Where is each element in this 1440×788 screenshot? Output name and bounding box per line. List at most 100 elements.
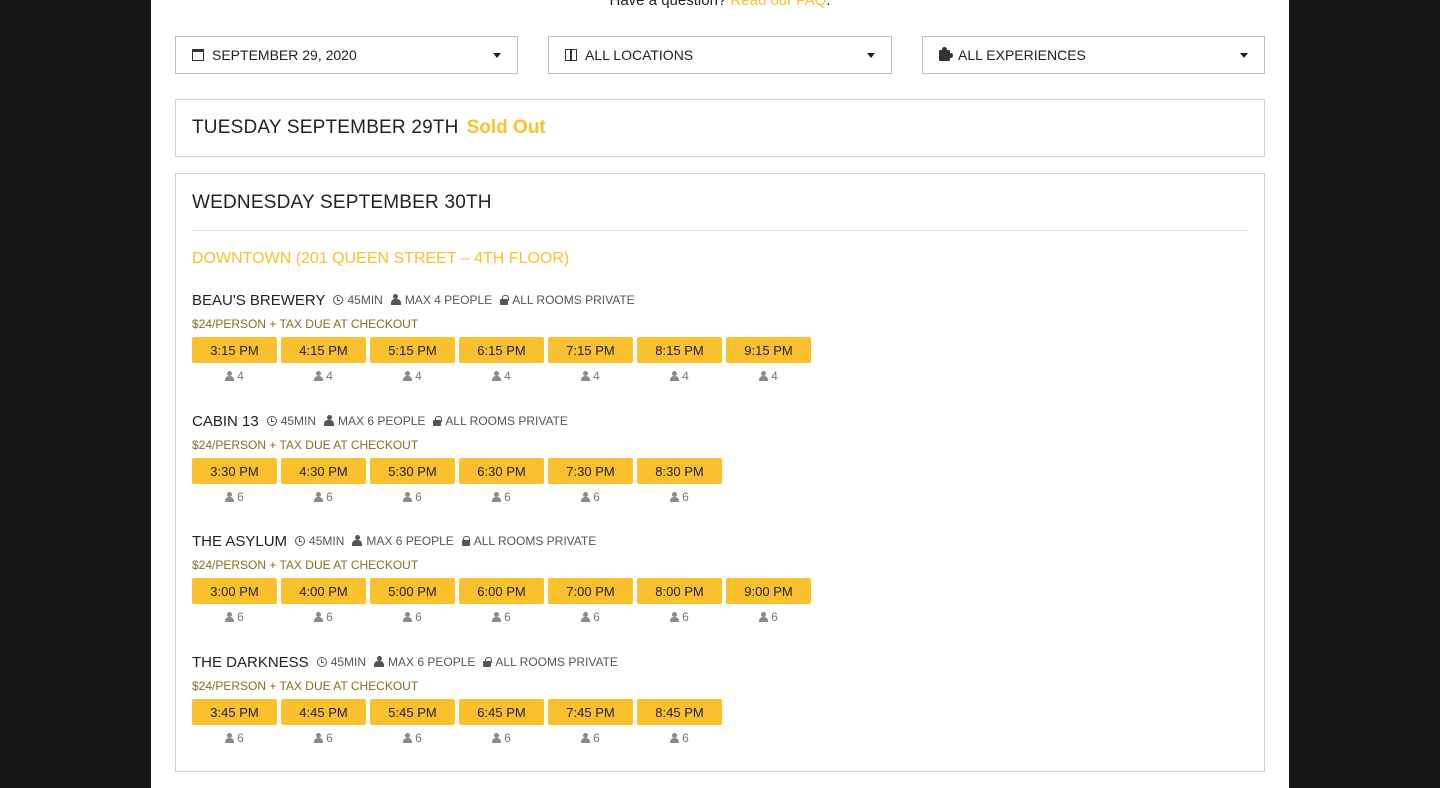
- user-icon: [352, 535, 363, 546]
- user-icon: [492, 492, 502, 502]
- slot-capacity: 6: [759, 610, 778, 624]
- max-people-text: Max 6 people: [388, 654, 476, 669]
- time-slot-list: 3:30 PM 6 4:30 PM 6 5:30 PM 6 6:30 PM 6 7:30 PM 6…: [192, 458, 992, 504]
- time-slot-button[interactable]: 6:45 PM: [459, 699, 544, 725]
- capacity-count: 4: [682, 369, 689, 383]
- time-slot-button[interactable]: 5:15 PM: [370, 337, 455, 363]
- capacity-count: 4: [326, 369, 333, 383]
- capacity-count: 6: [326, 731, 333, 745]
- time-slot: 6:30 PM 6: [459, 458, 544, 504]
- capacity-count: 4: [504, 369, 511, 383]
- time-slot-button[interactable]: 5:30 PM: [370, 458, 455, 484]
- time-slot: 8:00 PM 6: [637, 578, 722, 624]
- room-name: Cabin 13: [192, 413, 259, 430]
- location-filter-dropdown[interactable]: All Locations: [548, 36, 892, 74]
- capacity-count: 6: [504, 731, 511, 745]
- clock-icon: [316, 657, 327, 667]
- user-icon: [225, 492, 235, 502]
- time-slot-button[interactable]: 3:15 PM: [192, 337, 277, 363]
- user-icon: [314, 733, 324, 743]
- user-icon: [390, 294, 401, 305]
- duration-text: 45min: [280, 414, 317, 428]
- capacity-count: 6: [504, 610, 511, 624]
- slot-capacity: 6: [670, 610, 689, 624]
- time-slot-button[interactable]: 8:00 PM: [637, 578, 722, 604]
- time-slot-button[interactable]: 9:15 PM: [726, 337, 811, 363]
- room-price: $24/person + tax due at checkout: [192, 438, 419, 452]
- time-slot: 5:45 PM 6: [370, 699, 455, 745]
- user-icon: [759, 612, 769, 622]
- capacity-count: 6: [593, 731, 600, 745]
- time-slot: 7:45 PM 6: [548, 699, 633, 745]
- privacy-text: All rooms private: [445, 414, 568, 428]
- room-privacy: All rooms private: [500, 293, 635, 307]
- time-slot-button[interactable]: 7:15 PM: [548, 337, 633, 363]
- time-slot-button[interactable]: 5:00 PM: [370, 578, 455, 604]
- day-card-tuesday: Tuesday September 29th Sold Out: [175, 99, 1265, 157]
- time-slot-button[interactable]: 4:00 PM: [281, 578, 366, 604]
- slot-capacity: 6: [670, 490, 689, 504]
- room-header: Beau's Brewery 45min Max 4 people All rooms…: [192, 292, 992, 309]
- capacity-count: 6: [237, 731, 244, 745]
- caret-down-icon: [1240, 53, 1248, 58]
- time-slot-button[interactable]: 8:30 PM: [637, 458, 722, 484]
- room-block: The Asylum 45min Max 6 people All rooms pri…: [192, 533, 992, 643]
- max-people-text: Max 6 people: [366, 533, 454, 548]
- user-icon: [581, 492, 591, 502]
- time-slot-button[interactable]: 7:30 PM: [548, 458, 633, 484]
- date-filter-dropdown[interactable]: September 29, 2020: [175, 36, 518, 74]
- location-heading: Downtown (201 Queen Street – 4th Floor): [192, 250, 570, 267]
- room-header: The Darkness 45min Max 6 people All rooms p…: [192, 654, 992, 671]
- capacity-count: 4: [415, 369, 422, 383]
- time-slot-button[interactable]: 3:00 PM: [192, 578, 277, 604]
- capacity-count: 6: [593, 490, 600, 504]
- capacity-count: 4: [593, 369, 600, 383]
- capacity-count: 4: [771, 369, 778, 383]
- slot-capacity: 6: [581, 490, 600, 504]
- caret-down-icon: [493, 53, 501, 58]
- privacy-text: All rooms private: [473, 534, 597, 548]
- time-slot-button[interactable]: 3:30 PM: [192, 458, 277, 484]
- time-slot-button[interactable]: 6:00 PM: [459, 578, 544, 604]
- faq-link[interactable]: Read our FAQ: [730, 0, 826, 9]
- time-slot-button[interactable]: 3:45 PM: [192, 699, 277, 725]
- time-slot-button[interactable]: 5:45 PM: [370, 699, 455, 725]
- user-icon: [581, 612, 591, 622]
- time-slot: 4:45 PM 6: [281, 699, 366, 745]
- lock-icon: [461, 536, 471, 546]
- time-slot-button[interactable]: 4:45 PM: [281, 699, 366, 725]
- slot-capacity: 6: [492, 610, 511, 624]
- slot-capacity: 6: [403, 731, 422, 745]
- time-slot-button[interactable]: 4:15 PM: [281, 337, 366, 363]
- user-icon: [314, 612, 324, 622]
- capacity-count: 6: [415, 610, 422, 624]
- time-slot-button[interactable]: 4:30 PM: [281, 458, 366, 484]
- user-icon: [670, 492, 680, 502]
- capacity-count: 6: [326, 610, 333, 624]
- time-slot-button[interactable]: 7:45 PM: [548, 699, 633, 725]
- user-icon: [403, 733, 413, 743]
- capacity-count: 6: [593, 610, 600, 624]
- time-slot-button[interactable]: 6:30 PM: [459, 458, 544, 484]
- user-icon: [403, 492, 413, 502]
- calendar-icon: [192, 49, 204, 61]
- time-slot-button[interactable]: 9:00 PM: [726, 578, 811, 604]
- experience-filter-dropdown[interactable]: All Experiences: [922, 36, 1265, 74]
- time-slot-button[interactable]: 6:15 PM: [459, 337, 544, 363]
- time-slot-button[interactable]: 8:45 PM: [637, 699, 722, 725]
- time-slot-button[interactable]: 7:00 PM: [548, 578, 633, 604]
- room-max-people: Max 6 people: [324, 414, 425, 428]
- time-slot-button[interactable]: 8:15 PM: [637, 337, 722, 363]
- duration-text: 45min: [347, 293, 383, 307]
- slot-capacity: 6: [403, 490, 422, 504]
- faq-suffix: .: [826, 0, 831, 9]
- room-name: Beau's Brewery: [192, 292, 326, 309]
- user-icon: [403, 612, 413, 622]
- time-slot: 6:00 PM 6: [459, 578, 544, 624]
- user-icon: [225, 612, 235, 622]
- time-slot-list: 3:00 PM 6 4:00 PM 6 5:00 PM 6 6:00 PM 6 7:00 PM 6…: [192, 578, 992, 624]
- user-icon: [492, 371, 502, 381]
- slot-capacity: 6: [225, 731, 244, 745]
- time-slot: 8:30 PM 6: [637, 458, 722, 504]
- capacity-count: 6: [237, 610, 244, 624]
